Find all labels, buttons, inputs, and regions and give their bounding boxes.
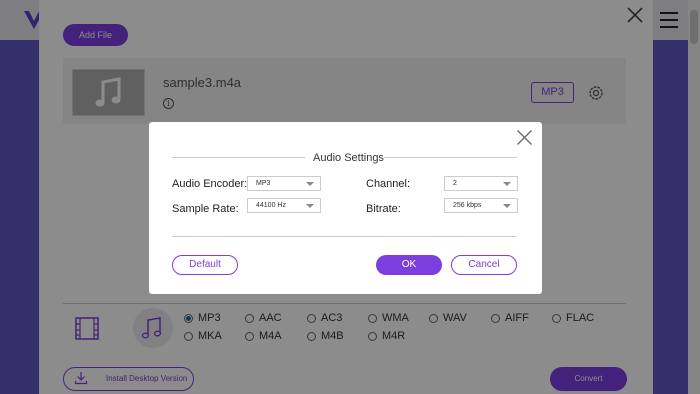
bitrate-select[interactable]: 256 kbps <box>444 198 518 213</box>
dialog-title: Audio Settings <box>313 152 384 164</box>
sample-rate-select[interactable]: 44100 Hz <box>247 198 321 213</box>
audio-encoder-label: Audio Encoder: <box>172 178 248 190</box>
default-button[interactable]: Default <box>172 255 238 275</box>
divider <box>384 157 517 158</box>
channel-select[interactable]: 2 <box>444 176 518 191</box>
divider <box>172 157 305 158</box>
ok-button[interactable]: OK <box>376 255 442 275</box>
chevron-down-icon <box>306 204 314 208</box>
cancel-button[interactable]: Cancel <box>451 255 517 275</box>
bitrate-label: Bitrate: <box>366 203 401 215</box>
chevron-down-icon <box>503 204 511 208</box>
sample-rate-label: Sample Rate: <box>172 203 239 215</box>
channel-label: Channel: <box>366 178 411 190</box>
close-icon[interactable] <box>516 129 533 146</box>
divider <box>172 236 517 237</box>
chevron-down-icon <box>503 182 511 186</box>
audio-encoder-select[interactable]: MP3 <box>247 176 321 191</box>
chevron-down-icon <box>306 182 314 186</box>
